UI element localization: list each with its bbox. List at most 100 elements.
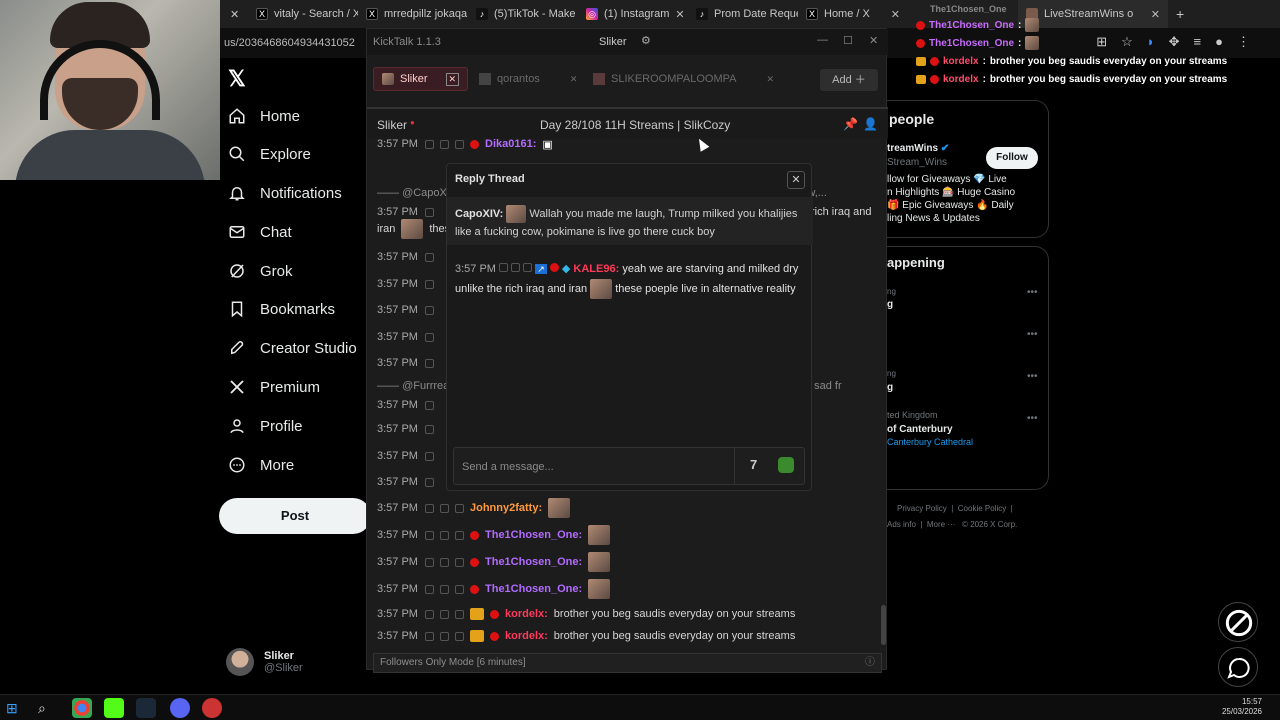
info-icon[interactable]: ⓘ <box>865 654 875 672</box>
reply-message-input[interactable] <box>462 457 712 477</box>
follow-button[interactable]: Follow <box>986 147 1038 169</box>
msg-user[interactable]: The1Chosen_One: <box>485 583 582 595</box>
messages-float-button[interactable] <box>1218 647 1258 687</box>
reply-user[interactable]: KALE96: <box>573 263 619 275</box>
nav-home[interactable]: Home <box>228 97 300 135</box>
mod-icon[interactable] <box>440 503 449 513</box>
close-icon[interactable]: ✕ <box>570 74 578 85</box>
kick-icon[interactable] <box>104 698 124 718</box>
footer-link[interactable]: Cookie Policy <box>958 504 1006 513</box>
browser-tab[interactable]: Xvitaly - Search / X✕ <box>248 0 358 28</box>
mod-icon[interactable] <box>455 530 464 540</box>
nav-explore[interactable]: Explore <box>228 135 311 173</box>
more-dots-icon[interactable]: ••• <box>1027 371 1038 382</box>
chat-scrollbar[interactable] <box>881 605 886 645</box>
pin-icon[interactable]: 📌 <box>843 117 858 131</box>
trend-title[interactable]: of Canterbury <box>887 423 953 436</box>
mod-icon[interactable] <box>440 530 449 540</box>
nav-notifications[interactable]: Notifications <box>228 174 342 212</box>
tab-qorantos[interactable]: qorantos ✕ <box>471 67 585 91</box>
maximize-icon[interactable]: ☐ <box>843 34 853 47</box>
mod-icon[interactable] <box>455 503 464 513</box>
browser-tab[interactable]: ♪Prom Date Reque✕ <box>688 0 798 28</box>
nav-chat[interactable]: Chat <box>228 213 292 251</box>
mod-icon[interactable] <box>425 279 434 289</box>
browser-tab[interactable]: X Home / X ✕ <box>798 0 908 28</box>
mod-icon[interactable] <box>425 207 434 217</box>
chrome-icon[interactable] <box>72 698 92 718</box>
mod-icon[interactable] <box>425 139 434 149</box>
account-switcher[interactable]: Sliker @Sliker <box>226 648 303 676</box>
mod-icon[interactable] <box>425 400 434 410</box>
mod-icon[interactable] <box>455 557 464 567</box>
footer-link[interactable]: More ··· <box>927 520 955 529</box>
mod-icon[interactable] <box>440 631 449 641</box>
seven-tv-icon[interactable]: 7 <box>750 457 757 472</box>
close-icon[interactable]: ✕ <box>445 72 460 86</box>
obs-icon[interactable] <box>202 698 222 718</box>
mod-icon[interactable] <box>425 584 434 594</box>
msg-user[interactable]: kordelx: <box>505 608 548 620</box>
add-channel-button[interactable]: Add ＋ <box>820 69 878 91</box>
msg-user[interactable]: Dika0161: <box>485 138 536 150</box>
nav-creator-studio[interactable]: Creator Studio <box>228 329 357 367</box>
nav-more[interactable]: More <box>228 446 294 484</box>
more-dots-icon[interactable]: ••• <box>1027 287 1038 298</box>
close-icon[interactable]: ✕ <box>675 8 684 21</box>
trend-title[interactable]: g <box>887 298 893 311</box>
mod-icon[interactable] <box>523 263 533 272</box>
browser-tab[interactable]: ◎ (1) Instagram ✕ <box>578 0 688 28</box>
tab-slikeroompaloompa[interactable]: SLIKEROOMPALOOMPA ✕ <box>585 67 782 91</box>
steam-icon[interactable] <box>136 698 156 718</box>
account-row[interactable]: treamWins ✔ <box>887 143 949 154</box>
parent-user[interactable]: CapoXIV: <box>455 208 503 220</box>
mod-icon[interactable] <box>440 139 449 149</box>
minimize-icon[interactable]: — <box>817 34 828 46</box>
nav-bookmarks[interactable]: Bookmarks <box>228 290 335 328</box>
msg-user[interactable]: The1Chosen_One: <box>485 556 582 568</box>
mod-icon[interactable] <box>425 358 434 368</box>
discord-icon[interactable] <box>170 698 190 718</box>
mod-icon[interactable] <box>425 332 434 342</box>
nav-grok[interactable]: Grok <box>228 252 293 290</box>
post-button[interactable]: Post <box>219 498 371 534</box>
mod-icon[interactable] <box>425 424 434 434</box>
close-icon[interactable]: ✕ <box>787 171 805 189</box>
mod-icon[interactable] <box>425 557 434 567</box>
mod-icon[interactable] <box>425 477 434 487</box>
footer-link[interactable]: Ads info <box>887 520 916 529</box>
mod-icon[interactable] <box>499 263 509 272</box>
mod-icon[interactable] <box>455 609 464 619</box>
mod-icon[interactable] <box>455 631 464 641</box>
footer-link[interactable]: Privacy Policy <box>897 504 947 513</box>
grok-float-button[interactable] <box>1218 602 1258 642</box>
kick-emote-icon[interactable] <box>778 457 794 473</box>
close-icon[interactable]: ✕ <box>767 74 775 85</box>
windows-start-icon[interactable]: ⊞ <box>6 698 26 718</box>
browser-tab[interactable]: Xmrredpillz jokaqa✕ <box>358 0 468 28</box>
mod-icon[interactable] <box>511 263 521 272</box>
msg-user[interactable]: Johnny2fatty: <box>470 502 542 514</box>
more-dots-icon[interactable]: ••• <box>1027 329 1038 340</box>
msg-user[interactable]: kordelx: <box>505 630 548 642</box>
reply-reference[interactable]: —— @Furrrea fall sad fr <box>377 380 842 392</box>
nav-profile[interactable]: Profile <box>228 407 303 445</box>
mod-icon[interactable] <box>425 503 434 513</box>
mod-icon[interactable] <box>425 451 434 461</box>
mod-icon[interactable] <box>440 584 449 594</box>
reply-reference[interactable]: —— @CapoXIcking cow,... <box>377 187 827 199</box>
trend-link[interactable]: Canterbury Cathedral <box>887 437 973 447</box>
user-icon[interactable]: 👤 <box>863 117 878 131</box>
mod-icon[interactable] <box>425 631 434 641</box>
more-dots-icon[interactable]: ••• <box>1027 413 1038 424</box>
close-icon[interactable]: ✕ <box>891 8 900 21</box>
mod-icon[interactable] <box>440 557 449 567</box>
gear-icon[interactable]: ⚙ <box>641 34 651 47</box>
mod-icon[interactable] <box>455 584 464 594</box>
trend-title[interactable]: g <box>887 381 893 394</box>
mod-icon[interactable] <box>440 609 449 619</box>
nav-premium[interactable]: Premium <box>228 368 320 406</box>
search-icon[interactable]: ⌕ <box>38 698 58 718</box>
mod-icon[interactable] <box>425 609 434 619</box>
close-icon[interactable]: ✕ <box>869 34 878 47</box>
